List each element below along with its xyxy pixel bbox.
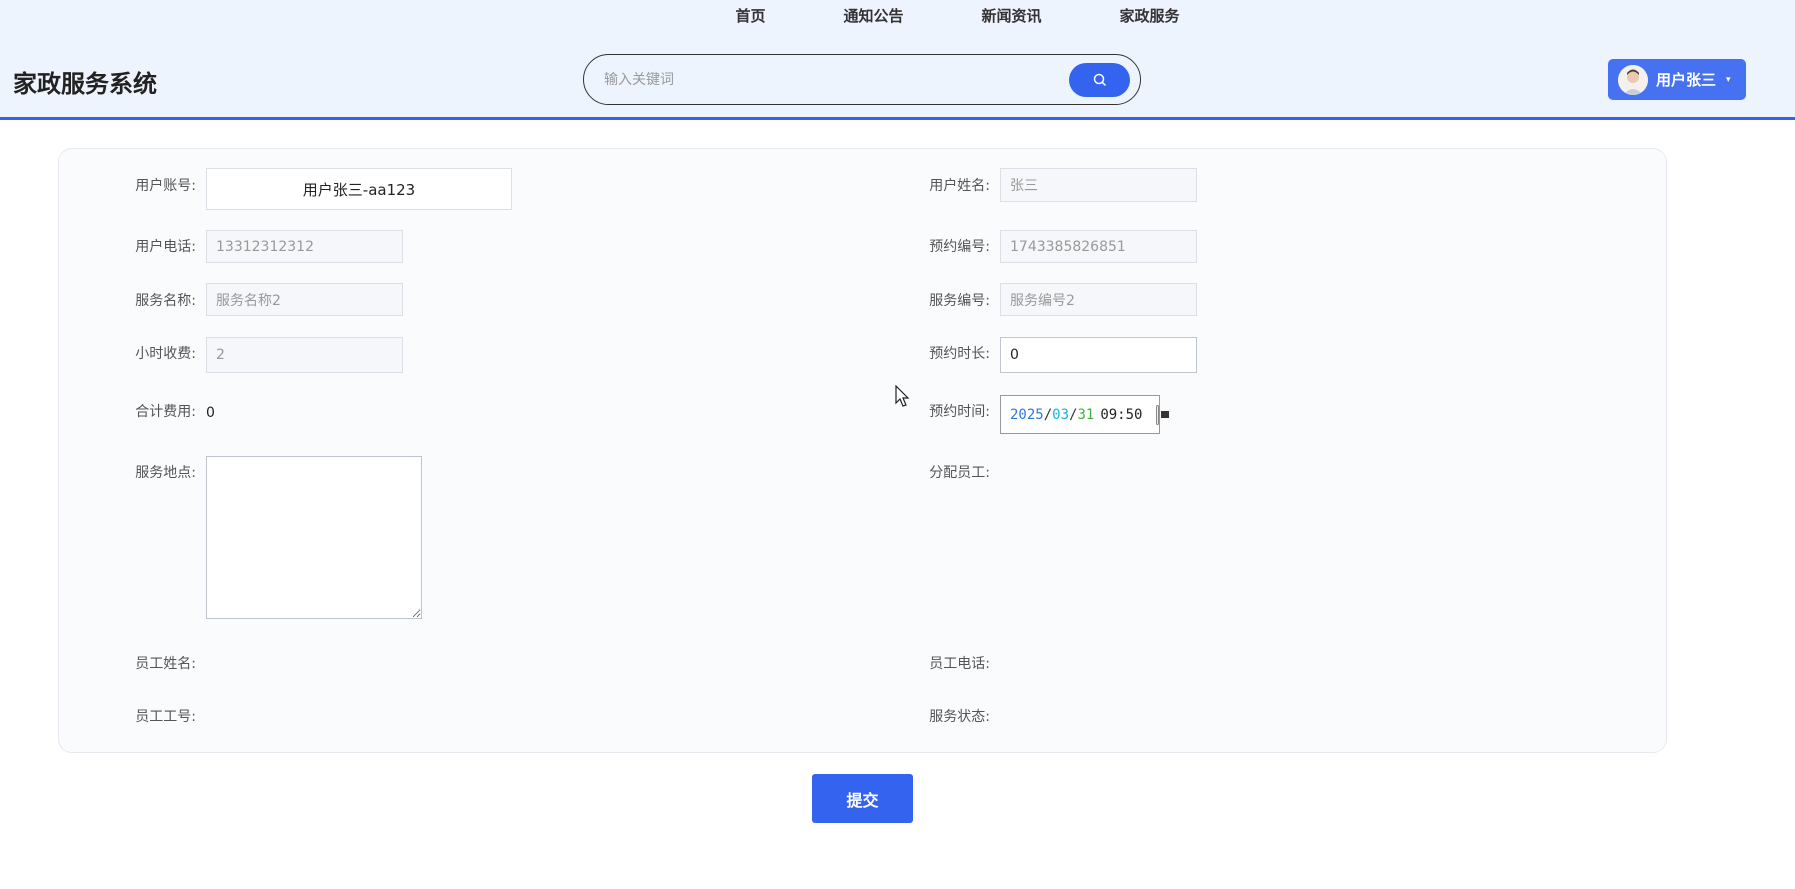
order-no-label: 预约编号: (929, 239, 990, 255)
appointment-time-input[interactable]: 2025/03/31 09:50 (1000, 395, 1168, 434)
order-no-field[interactable]: 1743385826851 (1000, 230, 1197, 263)
service-name-field[interactable]: 服务名称2 (206, 283, 403, 316)
time-year: 2025 (1010, 406, 1044, 423)
service-no-field[interactable]: 服务编号2 (1000, 283, 1197, 316)
time-label: 预约时间: (929, 404, 990, 420)
mouse-cursor-icon (895, 385, 910, 407)
time-clock: 09:50 (1100, 406, 1143, 423)
total-value: 0 (206, 405, 215, 421)
main-nav: 首页 通知公告 新闻资讯 家政服务 (0, 5, 1795, 26)
name-label: 用户姓名: (929, 178, 990, 194)
nav-item-housekeeping[interactable]: 家政服务 (1080, 5, 1180, 26)
service-no-label: 服务编号: (929, 293, 990, 309)
duration-input[interactable]: 0 (1000, 337, 1197, 373)
time-month: 03 (1052, 406, 1070, 423)
submit-button[interactable]: 提交 (812, 774, 913, 823)
user-name: 用户张三 (1656, 71, 1717, 89)
calendar-icon[interactable] (1156, 404, 1168, 425)
phone-field[interactable]: 13312312312 (206, 230, 403, 263)
time-day: 31 (1077, 406, 1095, 423)
service-name-label: 服务名称: (135, 293, 196, 309)
account-label: 用户账号: (135, 178, 196, 194)
chevron-down-icon: ▾ (1726, 74, 1731, 85)
location-label: 服务地点: (135, 465, 196, 481)
staff-name-label: 员工姓名: (135, 656, 196, 672)
assign-label: 分配员工: (929, 465, 990, 481)
hourly-fee-field[interactable]: 2 (206, 337, 403, 373)
staff-phone-label: 员工电话: (929, 656, 990, 672)
nav-item-notices[interactable]: 通知公告 (803, 5, 903, 26)
search-input[interactable] (602, 67, 1026, 93)
phone-label: 用户电话: (135, 239, 196, 255)
total-label: 合计费用: (135, 404, 196, 420)
search-box (583, 54, 1141, 105)
avatar (1618, 64, 1648, 95)
top-header: 首页 通知公告 新闻资讯 家政服务 家政服务系统 用户张三 ▾ (0, 0, 1795, 120)
account-field[interactable]: 用户张三-aa123 (206, 168, 512, 210)
duration-label: 预约时长: (929, 346, 990, 362)
hourly-fee-label: 小时收费: (135, 346, 196, 362)
site-brand: 家政服务系统 (13, 70, 157, 98)
search-icon (1093, 73, 1106, 87)
location-textarea[interactable] (206, 456, 422, 619)
name-field[interactable]: 张三 (1000, 168, 1197, 202)
nav-item-home[interactable]: 首页 (615, 5, 765, 26)
status-label: 服务状态: (929, 709, 990, 725)
user-menu-button[interactable]: 用户张三 ▾ (1608, 59, 1746, 100)
nav-item-news[interactable]: 新闻资讯 (942, 5, 1042, 26)
staff-no-label: 员工工号: (135, 709, 196, 725)
search-button[interactable] (1069, 63, 1130, 97)
